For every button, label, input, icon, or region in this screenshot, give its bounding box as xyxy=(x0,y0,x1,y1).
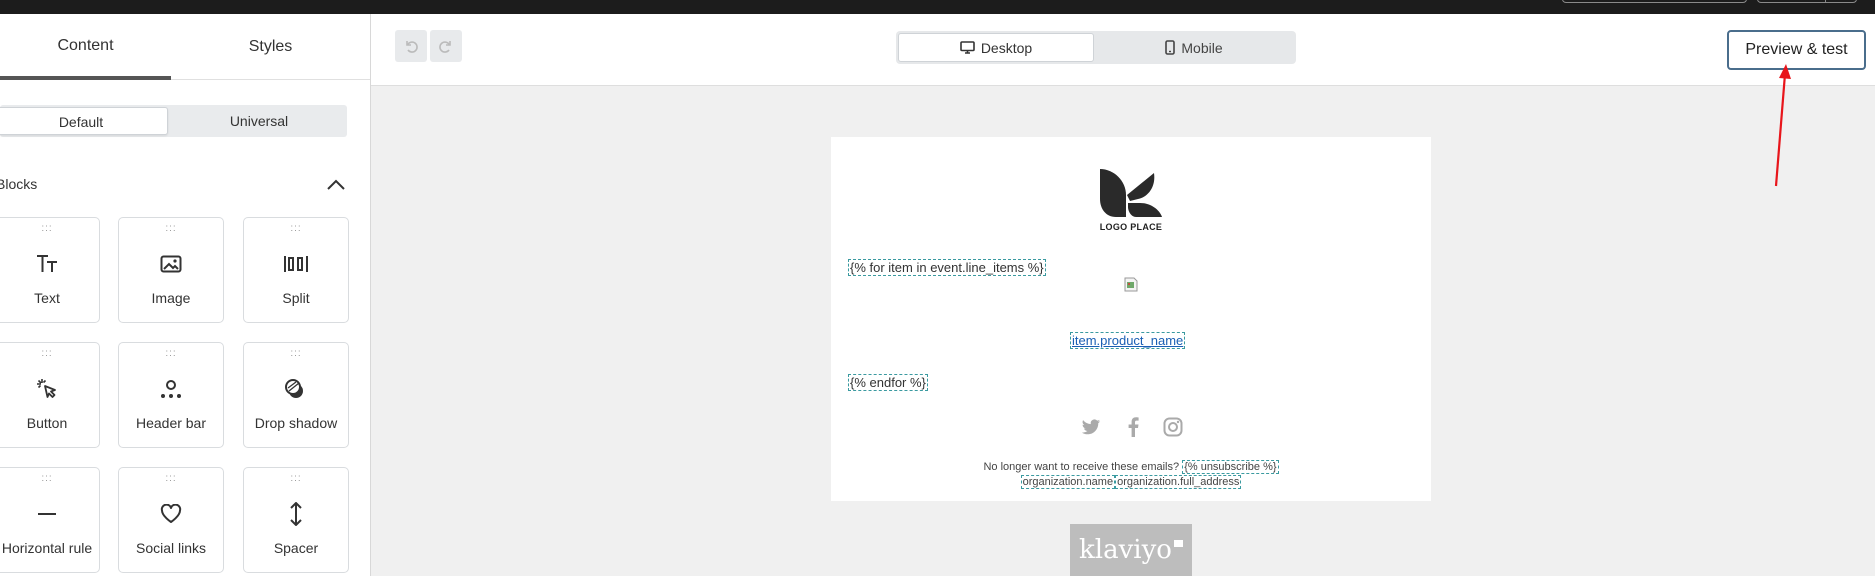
block-label: Header bar xyxy=(135,415,207,431)
block-social-links[interactable]: ::: Social links xyxy=(118,467,224,573)
facebook-icon[interactable] xyxy=(1121,415,1145,439)
cursor-click-icon xyxy=(0,377,99,401)
block-spacer[interactable]: ::: Spacer xyxy=(243,467,349,573)
block-label: Horizontal rule xyxy=(1,540,93,556)
desktop-icon xyxy=(960,41,975,54)
mobile-label: Mobile xyxy=(1181,39,1223,56)
toggle-default[interactable]: Default xyxy=(0,107,168,135)
top-app-bar xyxy=(0,0,1875,14)
social-links xyxy=(1079,415,1183,439)
sidebar-tabs: Content Styles xyxy=(0,14,370,80)
drag-handle-icon[interactable]: ::: xyxy=(119,224,223,234)
heart-icon xyxy=(119,502,223,526)
undo-icon xyxy=(406,41,418,53)
drag-handle-icon[interactable]: ::: xyxy=(0,224,99,234)
block-label: Split xyxy=(282,290,310,306)
mobile-view-button[interactable]: Mobile xyxy=(1094,33,1294,62)
editor-toolbar: Desktop Mobile Preview & test xyxy=(371,14,1875,86)
logo-image[interactable]: LOGO PLACE xyxy=(1096,167,1166,235)
drag-handle-icon[interactable]: ::: xyxy=(244,349,348,359)
block-label: Image xyxy=(151,290,191,306)
annotation-arrow xyxy=(1774,64,1791,187)
endfor-tag[interactable]: {% endfor %} xyxy=(848,374,928,391)
text-icon xyxy=(0,252,99,276)
undo-button[interactable] xyxy=(395,30,427,62)
footer-text: No longer want to receive these emails? xyxy=(983,461,1180,473)
block-label: Drop shadow xyxy=(254,415,338,431)
mobile-icon xyxy=(1165,40,1176,55)
redo-button[interactable] xyxy=(430,30,462,62)
top-bar-button[interactable] xyxy=(1562,0,1747,3)
drag-handle-icon[interactable]: ::: xyxy=(244,224,348,234)
for-loop-tag[interactable]: {% for item in event.line_items %} xyxy=(848,259,1046,276)
block-label: Social links xyxy=(135,540,207,556)
image-icon xyxy=(119,252,223,276)
twitter-icon[interactable] xyxy=(1079,415,1103,439)
drag-handle-icon[interactable]: ::: xyxy=(244,474,348,484)
drag-handle-icon[interactable]: ::: xyxy=(119,349,223,359)
spacer-arrows-icon xyxy=(244,502,348,526)
logo-mark-icon xyxy=(1100,169,1162,217)
product-name-link[interactable]: item.product_name xyxy=(1070,332,1186,349)
toggle-universal[interactable]: Universal xyxy=(172,107,346,135)
block-text[interactable]: ::: Text xyxy=(0,217,100,323)
block-button[interactable]: ::: Button xyxy=(0,342,100,448)
drag-handle-icon[interactable]: ::: xyxy=(0,349,99,359)
drag-handle-icon[interactable]: ::: xyxy=(119,474,223,484)
broken-image-icon[interactable] xyxy=(1124,277,1138,292)
drop-shadow-icon xyxy=(244,377,348,401)
unsubscribe-tag[interactable]: {% unsubscribe %} xyxy=(1182,460,1279,474)
block-horizontal-rule[interactable]: ::: Horizontal rule xyxy=(0,467,100,573)
block-split[interactable]: ::: Split xyxy=(243,217,349,323)
split-icon xyxy=(244,252,348,276)
email-canvas[interactable]: LOGO PLACE {% for item in event.line_ite… xyxy=(831,137,1431,501)
block-image[interactable]: ::: Image xyxy=(118,217,224,323)
block-drop-shadow[interactable]: ::: Drop shadow xyxy=(243,342,349,448)
block-type-toggle: Default Universal xyxy=(0,105,347,137)
sidebar: Content Styles Default Universal Blocks … xyxy=(0,14,371,576)
header-bar-icon xyxy=(119,377,223,401)
block-label: Text xyxy=(34,290,60,306)
desktop-view-button[interactable]: Desktop xyxy=(898,33,1094,62)
footer-address-line: organization.name organization.full_addre… xyxy=(831,475,1431,489)
blocks-heading: Blocks xyxy=(0,176,38,192)
klaviyo-badge: klaviyo xyxy=(1070,524,1192,576)
tab-content[interactable]: Content xyxy=(0,14,171,80)
chevron-up-icon[interactable] xyxy=(325,177,347,191)
block-header-bar[interactable]: ::: Header bar xyxy=(118,342,224,448)
instagram-icon[interactable] xyxy=(1161,415,1185,439)
block-label: Button xyxy=(26,415,68,431)
horizontal-rule-icon xyxy=(0,502,99,526)
footer-unsubscribe-line: No longer want to receive these emails? … xyxy=(831,460,1431,474)
top-bar-split-button[interactable] xyxy=(1757,0,1857,3)
drag-handle-icon[interactable]: ::: xyxy=(0,474,99,484)
tab-styles[interactable]: Styles xyxy=(171,14,370,80)
device-toggle: Desktop Mobile xyxy=(896,31,1296,64)
klaviyo-wordmark: klaviyo xyxy=(1079,535,1172,565)
block-label: Spacer xyxy=(273,540,319,556)
redo-icon xyxy=(439,41,451,53)
organization-name-tag[interactable]: organization.name xyxy=(1020,475,1116,489)
logo-text: LOGO PLACE xyxy=(1099,222,1163,232)
klaviyo-flag-icon xyxy=(1173,539,1183,547)
organization-address-tag[interactable]: organization.full_address xyxy=(1115,475,1242,489)
desktop-label: Desktop xyxy=(980,39,1033,56)
